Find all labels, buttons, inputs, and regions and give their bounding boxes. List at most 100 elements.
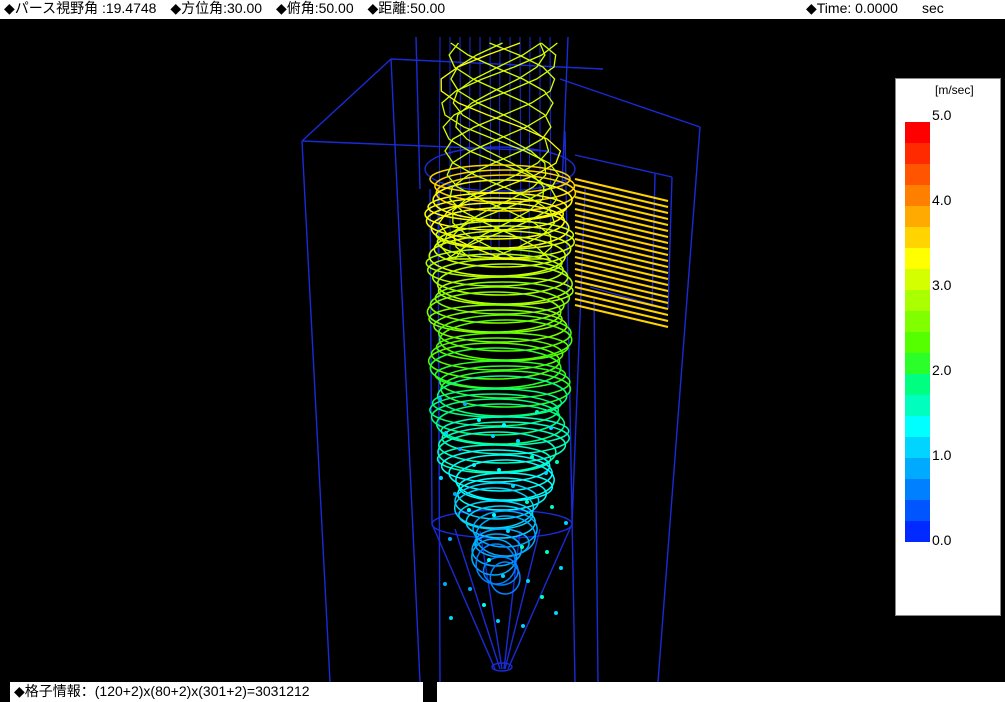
particle-marker — [449, 616, 453, 620]
swirl-streamline — [426, 291, 562, 333]
perspective-angle: ◆パース視野角 :19.4748 — [4, 0, 157, 16]
particle-marker — [530, 455, 534, 459]
particle-marker — [525, 500, 529, 504]
particle-marker — [520, 545, 524, 549]
particle-marker — [444, 431, 448, 435]
velocity-color-legend: [m/sec] 5.0 4.0 3.0 2.0 1.0 0.0 — [895, 78, 1001, 616]
particle-marker — [526, 579, 530, 583]
legend-color-step — [905, 521, 930, 542]
time-unit: sec — [921, 0, 944, 16]
particle-marker — [549, 426, 553, 430]
inlet-streamline — [574, 268, 669, 292]
particle-marker — [438, 397, 442, 401]
particle-marker — [439, 476, 443, 480]
cylinder-wall — [593, 298, 599, 682]
particle-marker — [554, 611, 558, 615]
particle-marker — [511, 484, 515, 488]
legend-color-step — [905, 311, 930, 332]
time-readout: ◆Time: 0.0000 sec — [806, 0, 944, 16]
inlet-streamline — [574, 262, 669, 286]
cone-edge — [479, 530, 503, 670]
particle-marker — [544, 471, 548, 475]
outer-box-edge — [657, 126, 701, 682]
particle-marker — [453, 492, 457, 496]
vortex-finder-line — [468, 36, 471, 260]
inlet-duct-edge — [667, 176, 673, 310]
legend-color-step — [905, 248, 930, 269]
particle-marker — [443, 582, 447, 586]
outer-box-edge — [301, 140, 331, 682]
azimuth-angle: ◆方位角:30.00 — [170, 0, 263, 16]
grid-info: ◆格子情報：(120+2)x(80+2)x(301+2)=3031212 — [10, 682, 423, 702]
particle-marker — [463, 402, 467, 406]
swirl-streamline — [431, 388, 563, 418]
particle-marker — [496, 619, 500, 623]
view-distance: ◆距離:50.00 — [367, 0, 446, 16]
particle-marker — [555, 460, 559, 464]
cone-edge — [431, 523, 496, 670]
particle-marker — [492, 513, 496, 517]
cyclone-streamline-visualization[interactable] — [0, 19, 1005, 682]
legend-color-step — [905, 269, 930, 290]
particle-marker — [477, 418, 481, 422]
outer-box-edge — [301, 58, 392, 142]
particle-marker — [468, 587, 472, 591]
particle-marker — [487, 558, 491, 562]
inlet-streamline — [574, 286, 669, 310]
legend-unit: [m/sec] — [935, 83, 974, 97]
inlet-streamline — [574, 304, 669, 328]
elevation-angle: ◆俯角:50.00 — [275, 0, 354, 16]
status-field — [437, 682, 1005, 702]
particle-marker — [491, 434, 495, 438]
particle-marker — [501, 574, 505, 578]
particle-marker — [482, 603, 486, 607]
particle-marker — [448, 537, 452, 541]
swirl-streamline — [439, 319, 573, 361]
legend-tick-1: 1.0 — [932, 447, 952, 463]
legend-tick-3: 3.0 — [932, 277, 952, 293]
legend-color-step — [905, 290, 930, 311]
particle-marker — [535, 410, 539, 414]
legend-color-step — [905, 374, 930, 395]
particle-marker — [521, 624, 525, 628]
outer-box-edge — [564, 130, 576, 682]
view-parameters: ◆パース視野角 :19.4748 ◆方位角:30.00 ◆俯角:50.00 ◆距… — [4, 0, 455, 16]
particle-marker — [502, 423, 506, 427]
legend-color-bar — [905, 122, 930, 542]
particle-marker — [458, 447, 462, 451]
particle-marker — [497, 468, 501, 472]
3d-viewport[interactable] — [0, 19, 1005, 682]
legend-color-step — [905, 122, 930, 143]
outer-box-edge — [559, 78, 701, 128]
legend-color-step — [905, 353, 930, 374]
inlet-streamline — [574, 298, 669, 322]
legend-color-step — [905, 143, 930, 164]
particle-marker — [550, 505, 554, 509]
legend-color-step — [905, 479, 930, 500]
vortex-finder-line — [528, 36, 531, 260]
legend-color-step — [905, 206, 930, 227]
legend-tick-0: 0.0 — [932, 532, 952, 548]
particle-marker — [467, 508, 471, 512]
time-value: ◆Time: 0.0000 — [806, 0, 898, 16]
legend-color-step — [905, 416, 930, 437]
legend-tick-4: 4.0 — [932, 192, 952, 208]
inlet-duct-edge — [574, 154, 673, 178]
cylinder-wall — [437, 188, 441, 682]
outer-box-edge — [390, 58, 421, 682]
particle-marker — [559, 566, 563, 570]
inlet-streamline — [574, 280, 669, 304]
legend-color-step — [905, 332, 930, 353]
legend-color-step — [905, 185, 930, 206]
legend-color-step — [905, 437, 930, 458]
inlet-streamline — [574, 274, 669, 298]
inlet-streamline — [574, 244, 669, 268]
particle-marker — [516, 439, 520, 443]
legend-tick-5: 5.0 — [932, 107, 952, 123]
legend-tick-2: 2.0 — [932, 362, 952, 378]
legend-color-step — [905, 458, 930, 479]
legend-color-step — [905, 227, 930, 248]
particle-marker — [545, 550, 549, 554]
particle-marker — [472, 463, 476, 467]
vortex-finder-line — [438, 36, 441, 260]
